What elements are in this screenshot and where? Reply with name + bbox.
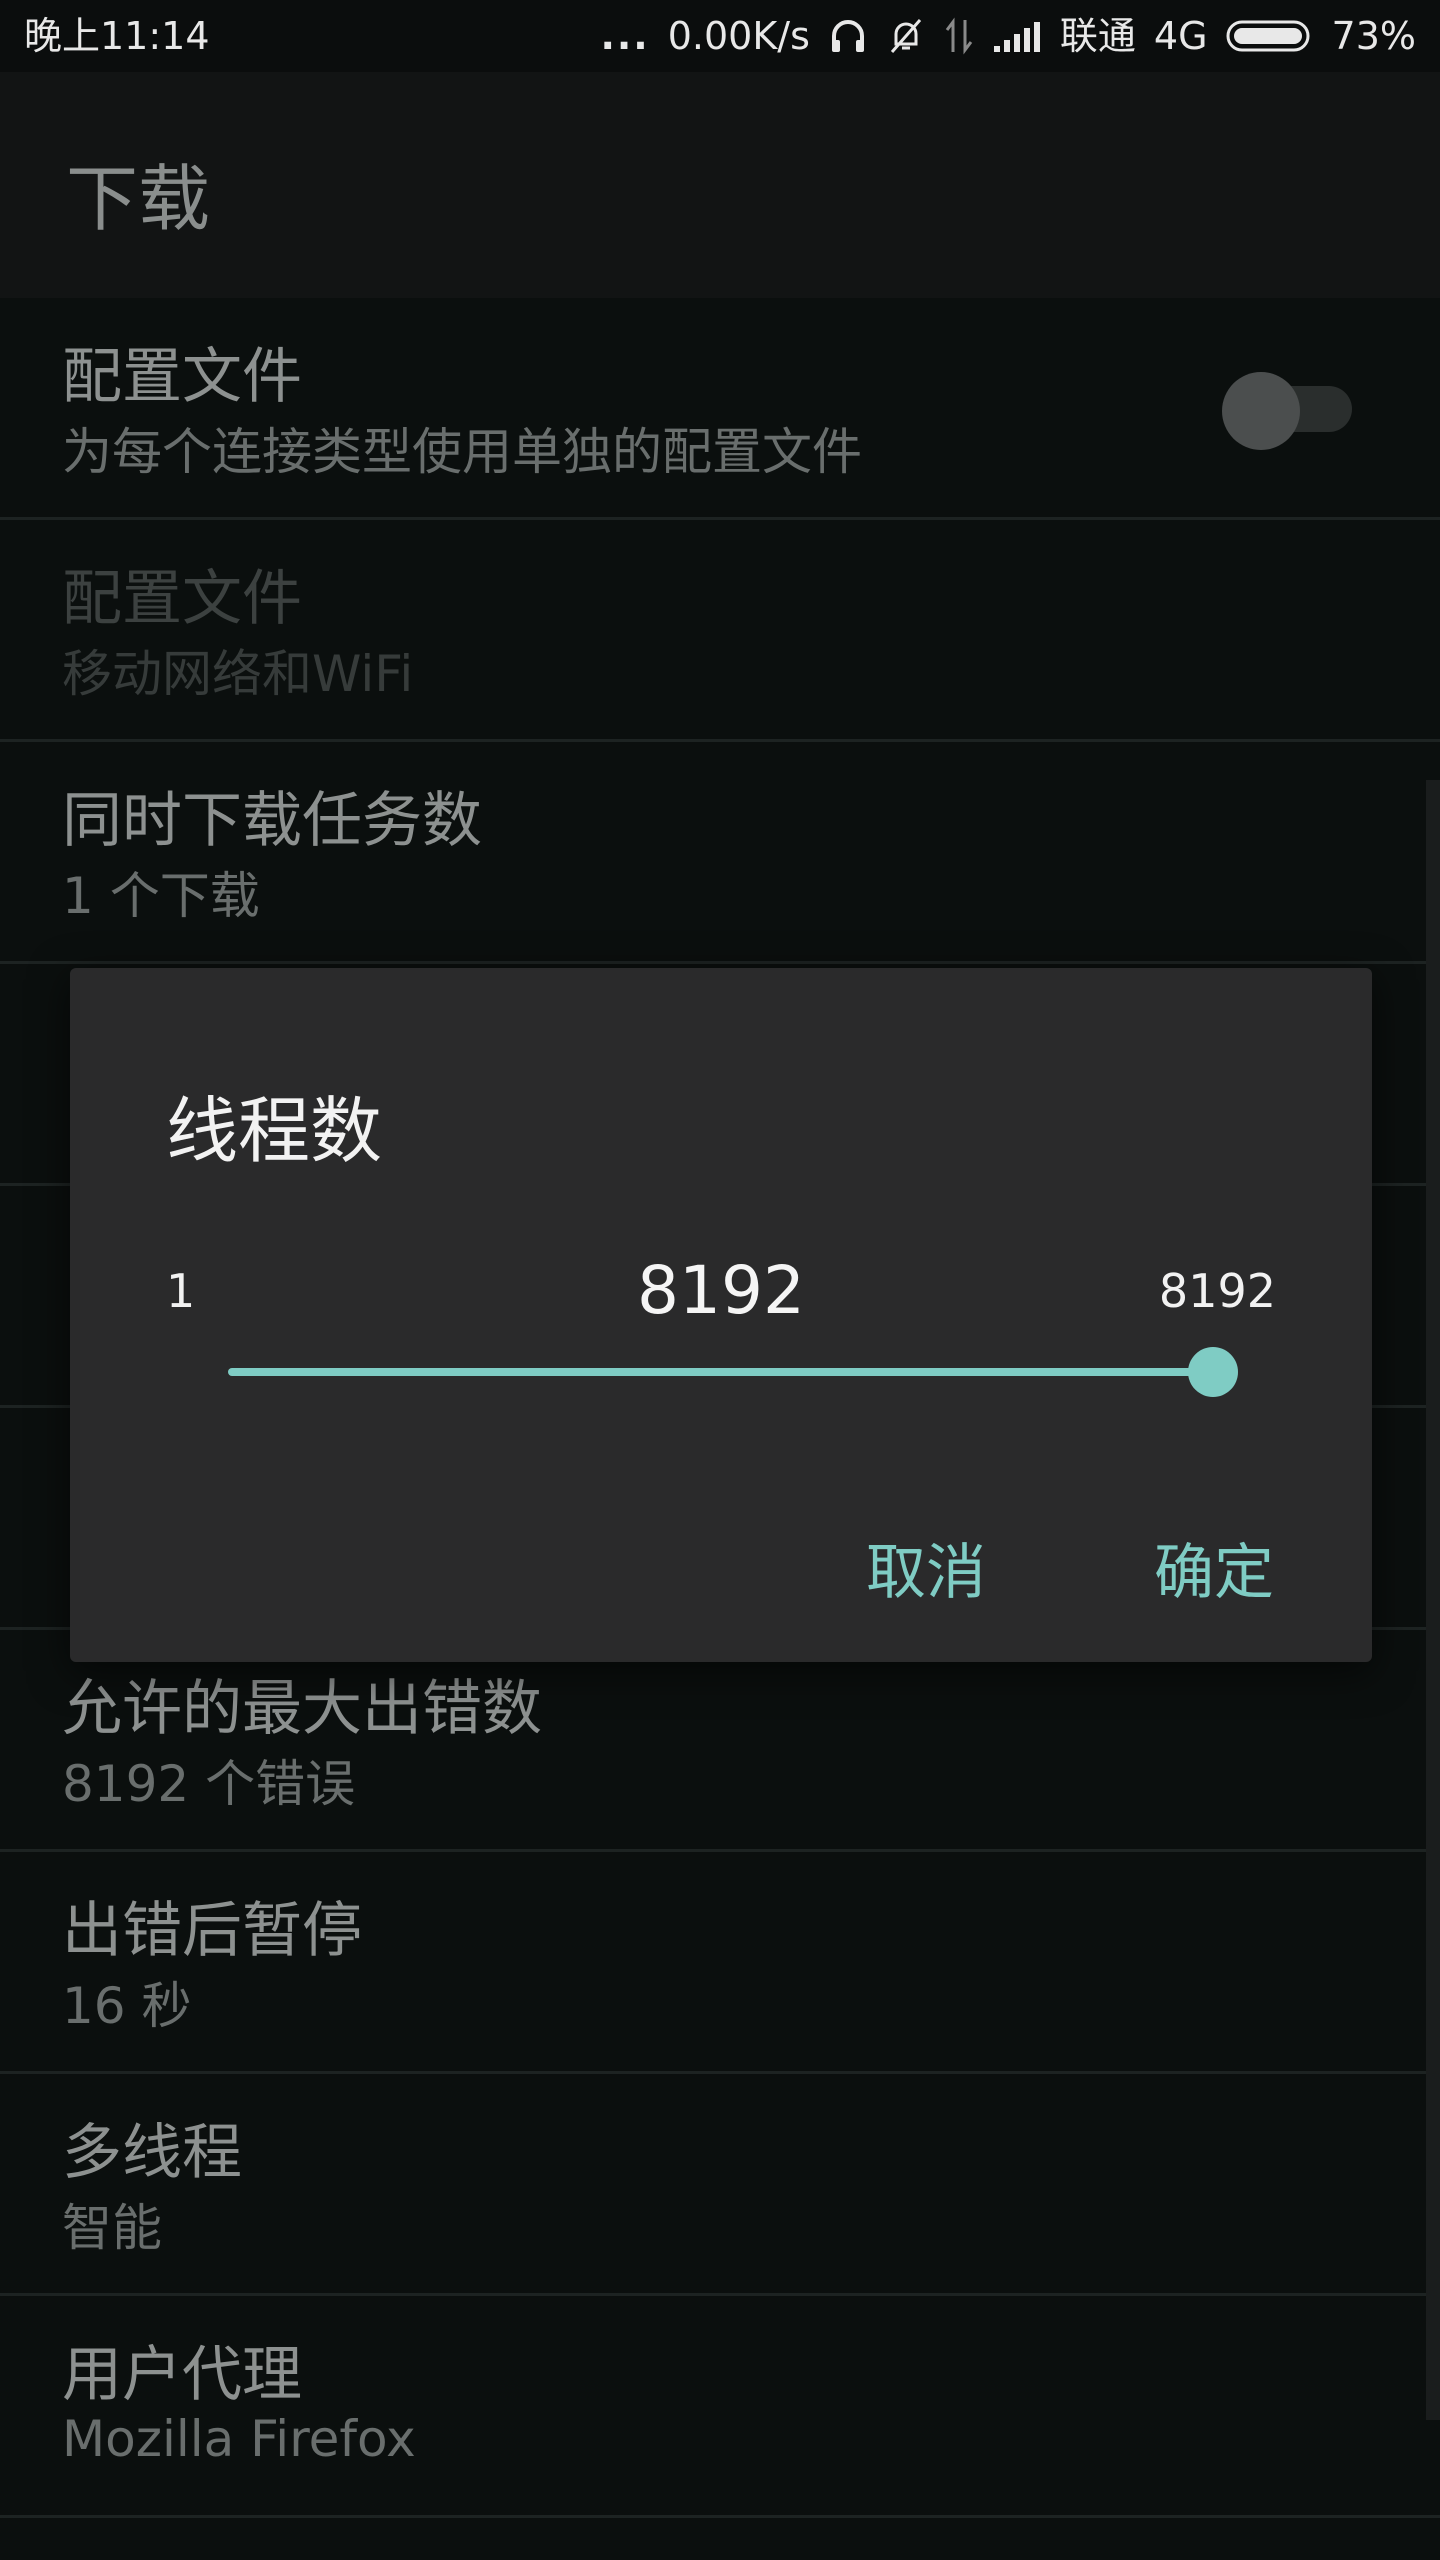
cancel-button[interactable]: 取消 <box>866 1524 986 1611</box>
pref-summary: 智能 <box>62 2199 162 2257</box>
pref-summary: 为每个连接类型使用单独的配置文件 <box>62 423 862 481</box>
seekbar-thumb[interactable] <box>1188 1347 1238 1397</box>
pref-title: 允许的最大出错数 <box>62 1674 542 1744</box>
pref-summary: 1 个下载 <box>62 867 260 925</box>
pref-title: 出错后暂停 <box>62 1896 362 1966</box>
pref-title: 用户代理 <box>62 2340 302 2410</box>
pref-summary: 16 秒 <box>62 1977 192 2035</box>
separate-profiles-toggle[interactable] <box>1222 372 1352 450</box>
battery-percent: 73% <box>1331 14 1416 58</box>
pref-pause-after-error[interactable]: 出错后暂停 16 秒 <box>0 1852 1440 2074</box>
pref-multithread[interactable]: 多线程 智能 <box>0 2074 1440 2296</box>
toggle-thumb <box>1222 372 1300 450</box>
network-type: 4G <box>1153 14 1208 58</box>
pref-summary: 8192 个错误 <box>62 1755 356 1813</box>
more-notifications-indicator: ... <box>600 14 650 58</box>
seekbar-max-label: 8192 <box>1158 1264 1276 1318</box>
pref-title: 多线程 <box>62 2118 242 2188</box>
network-speed: 0.00K/s <box>667 14 810 58</box>
bell-off-icon <box>886 16 926 56</box>
pref-title: 配置文件 <box>62 342 302 412</box>
pref-profile: 配置文件 移动网络和WiFi <box>0 520 1440 742</box>
page-title: 下载 <box>66 157 211 241</box>
carrier-name: 联通 <box>1059 14 1136 58</box>
headphones-icon <box>828 16 868 56</box>
pref-separate-profiles[interactable]: 配置文件 为每个连接类型使用单独的配置文件 <box>0 298 1440 520</box>
pref-summary: 移动网络和WiFi <box>62 645 414 703</box>
scrollbar[interactable] <box>1426 780 1440 2420</box>
thread-count-dialog: 线程数 1 8192 8192 取消 确定 <box>70 968 1372 1662</box>
pref-summary: Mozilla Firefox <box>62 2410 416 2468</box>
dialog-title: 线程数 <box>166 1089 383 1173</box>
status-time: 晚上11:14 <box>24 14 210 58</box>
pref-title: 同时下载任务数 <box>62 786 482 856</box>
status-icons: ... 0.00K/s 联通 4G 73% <box>600 0 1416 72</box>
data-arrows-icon <box>944 16 974 56</box>
pref-max-errors[interactable]: 允许的最大出错数 8192 个错误 <box>0 1630 1440 1852</box>
status-bar: 晚上11:14 ... 0.00K/s 联通 4G 73% <box>0 0 1440 72</box>
ok-button[interactable]: 确定 <box>1154 1524 1274 1611</box>
toolbar: 下载 <box>0 72 1440 298</box>
pref-concurrent-downloads[interactable]: 同时下载任务数 1 个下载 <box>0 742 1440 964</box>
battery-icon <box>1226 16 1314 56</box>
pref-user-agent[interactable]: 用户代理 Mozilla Firefox <box>0 2296 1440 2518</box>
pref-title: 配置文件 <box>62 564 302 634</box>
signal-icon <box>992 16 1042 56</box>
seekbar-track[interactable] <box>228 1368 1212 1376</box>
